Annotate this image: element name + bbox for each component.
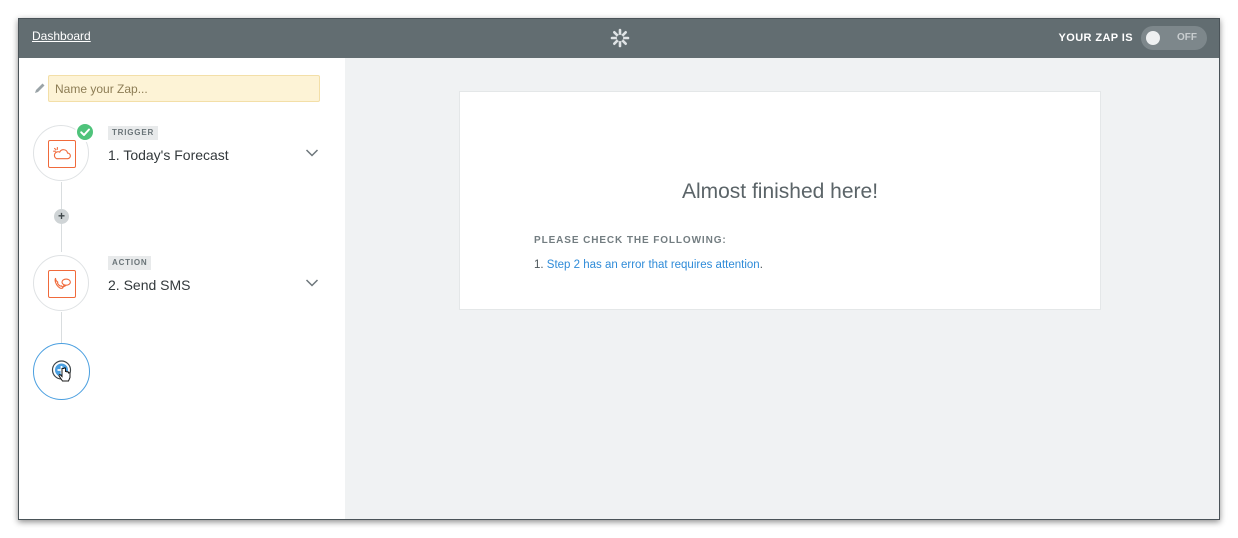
weather-cloud-sun-icon [53,146,71,160]
zap-name-input[interactable] [48,75,320,102]
step-1-title[interactable]: 1. Today's Forecast [108,147,229,163]
step-1-type-tag: TRIGGER [108,126,159,140]
card-subheading: PLEASE CHECK THE FOLLOWING: [534,235,727,246]
card-title: Almost finished here! [681,180,879,203]
sms-phone-icon [54,277,71,289]
hand-cursor-icon [58,367,71,382]
step-2-app-icon [48,270,76,298]
step-2-node[interactable] [33,255,89,311]
zap-status-label: YOUR ZAP IS [1058,32,1133,44]
pencil-icon [35,83,45,93]
step-2-title[interactable]: 2. Send SMS [108,277,191,293]
step-2-type-tag: ACTION [108,256,152,270]
top-bar: Dashboard YOUR ZAP IS OFF [19,19,1219,58]
zap-on-off-toggle[interactable]: OFF [1141,26,1207,50]
list-item-suffix: . [759,259,763,271]
status-card: Almost finished here! PLEASE CHECK THE F… [459,91,1101,310]
toggle-state-label: OFF [1177,32,1197,43]
add-step-between-button[interactable]: + [54,209,69,224]
zap-editor-sidebar: TRIGGER 1. Today's Forecast + ACTION 2. … [19,58,345,519]
step-complete-check-icon [75,122,95,142]
chevron-down-icon[interactable] [305,148,319,158]
toggle-knob [1146,31,1160,45]
step-connector-line [61,312,62,345]
main-panel: Almost finished here! PLEASE CHECK THE F… [345,58,1219,519]
chevron-down-icon[interactable] [305,278,319,288]
app-window: Dashboard YOUR ZAP IS OFF Name your Zap.… [18,18,1220,520]
dashboard-link[interactable]: Dashboard [32,29,91,43]
list-item-number: 1. [534,259,544,271]
step-1-app-icon [48,140,76,168]
add-step-button[interactable] [33,343,90,400]
zapier-logo-icon [610,28,630,48]
step-2-error-link[interactable]: Step 2 has an error that requires attent… [547,259,760,271]
check-list-item: 1. Step 2 has an error that requires att… [534,259,763,271]
